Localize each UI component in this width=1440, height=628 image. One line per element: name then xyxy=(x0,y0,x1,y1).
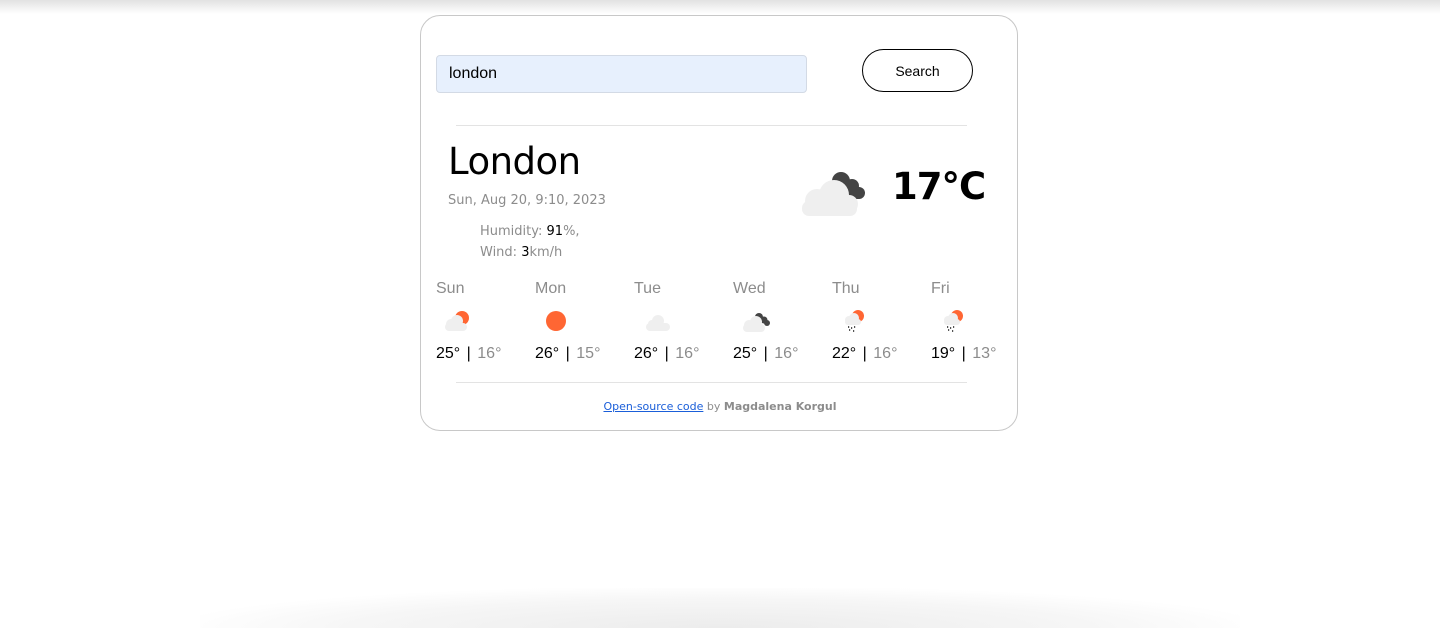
weather-details: Humidity: 91%, Wind: 3km/h xyxy=(480,221,580,263)
forecast-separator: | xyxy=(664,345,669,362)
forecast-max: 26° xyxy=(634,345,659,362)
forecast-min: 16° xyxy=(774,345,799,362)
forecast-day: Wed 25° | 16° xyxy=(733,279,823,363)
city-name: London xyxy=(448,140,581,183)
forecast-day-name: Wed xyxy=(733,280,766,297)
forecast-temps: 22° | 16° xyxy=(832,345,922,363)
humidity-unit: %, xyxy=(563,224,580,239)
wind-label: Wind: xyxy=(480,245,522,260)
forecast-separator: | xyxy=(862,345,867,362)
forecast-separator: | xyxy=(763,345,768,362)
weather-card: Search London Sun, Aug 20, 9:10, 2023 Hu… xyxy=(420,15,1018,431)
footer-by-text: by xyxy=(703,400,724,413)
forecast-max: 26° xyxy=(535,345,560,362)
current-temperature: 17°C xyxy=(892,165,986,208)
forecast-day: Mon 26° | 15° xyxy=(535,279,625,363)
forecast-separator: | xyxy=(565,345,570,362)
broken-clouds-icon xyxy=(802,172,865,216)
scattered-clouds-icon xyxy=(646,315,670,331)
forecast: Sun 25° | 16° Mon 26° | 15° Tue 26° | 16… xyxy=(436,279,1016,369)
forecast-day: Tue 26° | 16° xyxy=(634,279,724,363)
search-button[interactable]: Search xyxy=(862,49,973,92)
forecast-max: 19° xyxy=(931,345,956,362)
forecast-day-name: Tue xyxy=(634,280,661,297)
forecast-temps: 25° | 16° xyxy=(436,345,526,363)
broken-clouds-icon xyxy=(743,313,770,332)
forecast-temps: 26° | 16° xyxy=(634,345,724,363)
forecast-temps: 25° | 16° xyxy=(733,345,823,363)
city-search-input[interactable] xyxy=(436,55,807,93)
bottom-shadow xyxy=(200,588,1240,628)
forecast-min: 16° xyxy=(873,345,898,362)
forecast-max: 25° xyxy=(436,345,461,362)
forecast-min: 13° xyxy=(972,345,997,362)
forecast-temps: 19° | 13° xyxy=(931,345,1021,363)
top-divider xyxy=(456,125,967,126)
clear-sky-day-icon xyxy=(546,311,566,331)
open-source-code-link[interactable]: Open-source code xyxy=(603,400,703,413)
forecast-max: 25° xyxy=(733,345,758,362)
forecast-temps: 26° | 15° xyxy=(535,345,625,363)
forecast-day: Fri 19° | 13° xyxy=(931,279,1021,363)
humidity-label: Humidity: xyxy=(480,224,547,239)
forecast-day: Thu 22° | 16° xyxy=(832,279,922,363)
forecast-max: 22° xyxy=(832,345,857,362)
forecast-day: Sun 25° | 16° xyxy=(436,279,526,363)
few-clouds-day-icon xyxy=(445,311,469,331)
forecast-min: 16° xyxy=(675,345,700,362)
forecast-day-name: Sun xyxy=(436,280,465,297)
forecast-separator: | xyxy=(466,345,471,362)
forecast-min: 16° xyxy=(477,345,502,362)
forecast-day-name: Fri xyxy=(931,280,950,297)
forecast-min: 15° xyxy=(576,345,601,362)
rain-day-icon xyxy=(845,310,864,332)
bottom-divider xyxy=(456,382,967,383)
wind: Wind: 3km/h xyxy=(480,242,580,263)
forecast-day-name: Thu xyxy=(832,280,860,297)
humidity-value: 91 xyxy=(546,224,564,239)
author-name: Magdalena Korgul xyxy=(723,400,837,413)
wind-unit: km/h xyxy=(529,245,563,260)
current-date: Sun, Aug 20, 9:10, 2023 xyxy=(448,193,606,208)
footer: Open-source code by Magdalena Korgul xyxy=(421,400,1019,413)
humidity: Humidity: 91%, xyxy=(480,221,580,242)
rain-day-icon xyxy=(944,310,963,332)
forecast-separator: | xyxy=(961,345,966,362)
forecast-day-name: Mon xyxy=(535,280,567,297)
top-shadow xyxy=(0,0,1440,14)
